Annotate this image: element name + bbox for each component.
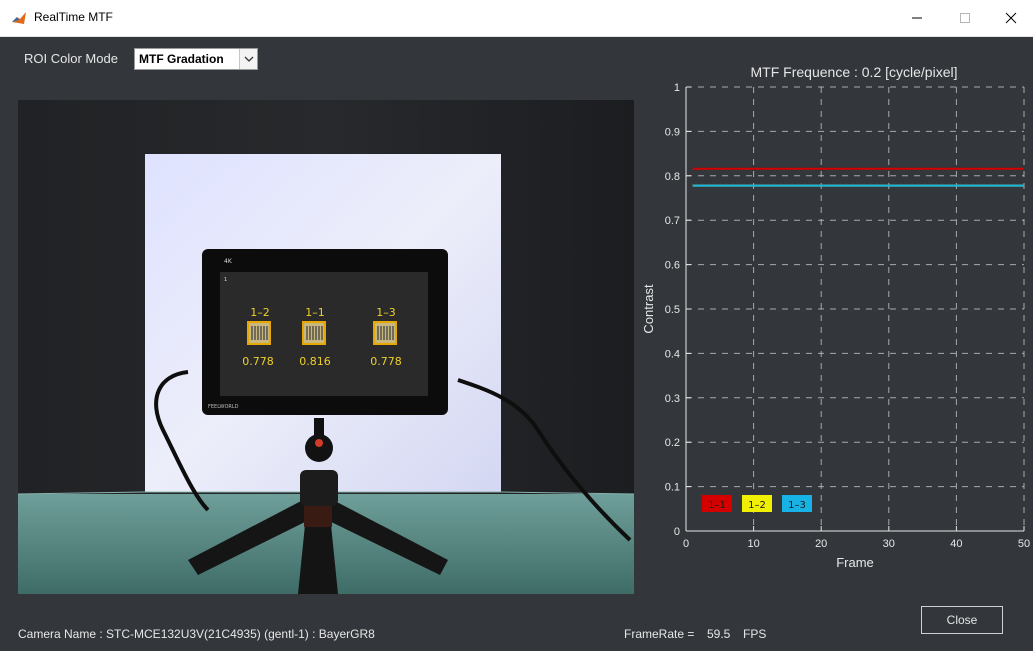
x-tick-label: 50 <box>1018 538 1030 550</box>
camera-preview: 4K 1 FEELWORLD 1–2 0.778 1–1 0.816 1–3 0… <box>18 100 634 594</box>
camera-scene: 4K 1 FEELWORLD 1–2 0.778 1–1 0.816 1–3 0… <box>18 100 634 594</box>
roi-value: 0.816 <box>299 355 331 368</box>
legend-label: 1–3 <box>788 500 806 511</box>
minimize-icon <box>912 17 922 19</box>
framerate-label: FrameRate = <box>624 627 695 641</box>
roi-label: 1–2 <box>250 306 270 319</box>
y-axis-label: Contrast <box>641 284 656 334</box>
monitor-brand: FEELWORLD <box>208 404 239 410</box>
minimize-button[interactable] <box>894 0 940 36</box>
dropdown-arrow[interactable] <box>239 49 257 69</box>
close-window-button[interactable] <box>988 0 1033 36</box>
y-tick-label: 0.4 <box>665 348 680 360</box>
y-tick-label: 0.5 <box>665 304 680 316</box>
window-title: RealTime MTF <box>34 10 113 24</box>
x-tick-label: 0 <box>683 538 689 550</box>
roi-label: 1–3 <box>376 306 396 319</box>
y-tick-label: 0.2 <box>665 437 680 449</box>
client-area: ROI Color Mode MTF Gradation 4K 1 FEELWO… <box>0 37 1033 651</box>
y-tick-label: 0.7 <box>665 215 680 227</box>
roi-value: 0.778 <box>370 355 402 368</box>
framerate-value: 59.5 <box>707 627 731 641</box>
y-tick-label: 0.6 <box>665 260 680 272</box>
legend-label: 1–1 <box>708 500 726 511</box>
x-tick-label: 40 <box>950 538 962 550</box>
matlab-app-icon <box>11 10 27 26</box>
chart-title: MTF Frequence : 0.2 [cycle/pixel] <box>750 64 958 80</box>
legend-label: 1–2 <box>748 500 766 511</box>
mtf-chart: 00.10.20.30.40.50.60.70.80.910 10 20 30 40 50… <box>641 82 1030 570</box>
maximize-icon <box>960 13 970 23</box>
close-icon <box>1005 12 1017 24</box>
roi-color-mode-value: MTF Gradation <box>139 52 224 66</box>
camera-name-text: Camera Name : STC-MCE132U3V(21C4935) (ge… <box>18 627 375 641</box>
x-tick-label: 10 <box>747 538 759 550</box>
framerate-unit: FPS <box>743 627 767 641</box>
roi-color-mode-label: ROI Color Mode <box>24 51 118 66</box>
x-tick-label: 20 <box>815 538 827 550</box>
roi-color-mode-dropdown[interactable]: MTF Gradation <box>134 48 258 70</box>
y-tick-label: 0 <box>674 526 680 538</box>
x-tick-label: 30 <box>883 538 895 550</box>
monitor-badge: 4K <box>224 258 233 265</box>
svg-text:1: 1 <box>224 277 227 283</box>
y-tick-label: 0.1 <box>665 482 680 494</box>
y-tick-label: 0.8 <box>665 171 680 183</box>
title-bar: RealTime MTF <box>0 0 1033 37</box>
close-button[interactable]: Close <box>921 606 1003 634</box>
roi-value: 0.778 <box>242 355 274 368</box>
y-tick-label: 0.9 <box>665 126 680 138</box>
x-axis-label: Frame <box>836 555 874 570</box>
roi-label: 1–1 <box>305 306 325 319</box>
chevron-down-icon <box>244 56 253 62</box>
tripod-head <box>300 470 338 506</box>
legend: 1–1 1–2 1–3 <box>702 495 812 512</box>
y-tick-label: 1 <box>674 82 680 94</box>
maximize-button[interactable] <box>942 0 988 36</box>
y-tick-label: 0.3 <box>665 393 680 405</box>
